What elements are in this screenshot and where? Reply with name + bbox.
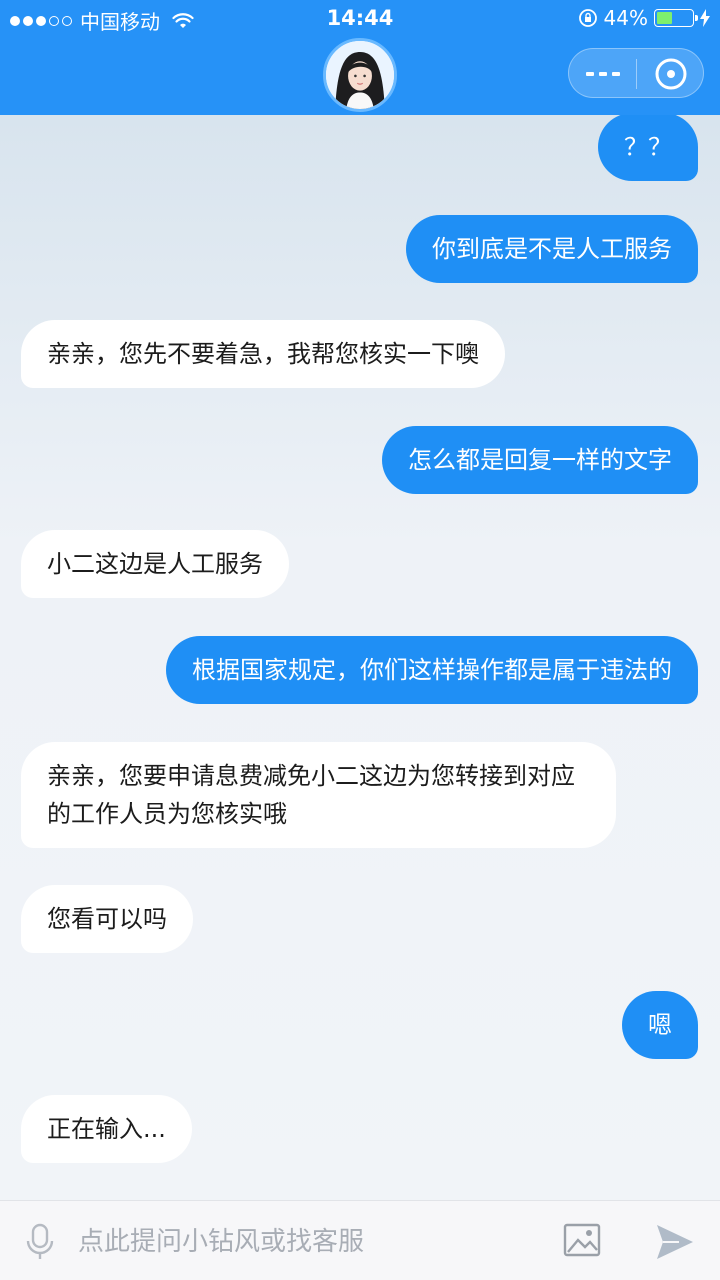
more-button[interactable]	[569, 49, 636, 99]
send-icon[interactable]	[655, 1223, 695, 1261]
message-bubble-outgoing: 嗯	[622, 991, 698, 1059]
mini-program-capsule	[568, 48, 704, 98]
message-bubble-outgoing: 怎么都是回复一样的文字	[382, 426, 698, 494]
message-text: 根据国家规定，你们这样操作都是属于违法的	[192, 656, 672, 684]
message-bubble-outgoing: ？？	[598, 115, 698, 181]
battery-icon	[654, 9, 698, 27]
message-text: 亲亲，您要申请息费减免小二这边为您转接到对应的工作人员为您核实哦	[47, 762, 575, 828]
status-right: 44%	[578, 6, 710, 30]
input-bar	[0, 1200, 720, 1280]
message-bubble-outgoing: 根据国家规定，你们这样操作都是属于违法的	[166, 636, 698, 704]
message-text: 怎么都是回复一样的文字	[408, 446, 672, 474]
wifi-icon	[172, 12, 194, 28]
rotation-lock-icon	[578, 9, 597, 27]
header-bar: 中国移动 14:44 44%	[0, 0, 720, 115]
message-text: 小二这边是人工服务	[47, 550, 263, 578]
status-left: 中国移动	[10, 6, 194, 35]
image-icon[interactable]	[563, 1223, 601, 1259]
avatar-portrait-icon	[326, 41, 394, 109]
more-icon	[585, 72, 594, 76]
charging-icon	[700, 9, 710, 27]
message-bubble-incoming: 小二这边是人工服务	[21, 530, 289, 598]
typing-indicator-bubble: 正在输入...	[21, 1095, 192, 1163]
message-text: 嗯	[648, 1011, 672, 1039]
signal-strength-icon	[10, 15, 72, 26]
carrier-name: 中国移动	[80, 10, 160, 34]
message-bubble-outgoing: 你到底是不是人工服务	[406, 215, 698, 283]
message-input[interactable]	[78, 1219, 538, 1265]
message-text: 你到底是不是人工服务	[432, 235, 672, 263]
message-text: 亲亲，您先不要着急，我帮您核实一下噢	[47, 340, 479, 368]
battery-level	[657, 12, 672, 24]
message-text: ？？	[624, 133, 672, 161]
status-bar: 中国移动 14:44 44%	[0, 0, 720, 36]
microphone-icon[interactable]	[22, 1223, 58, 1261]
message-bubble-incoming: 亲亲，您要申请息费减免小二这边为您转接到对应的工作人员为您核实哦	[21, 742, 616, 848]
message-text: 正在输入...	[47, 1115, 166, 1143]
message-bubble-incoming: 亲亲，您先不要着急，我帮您核实一下噢	[21, 320, 505, 388]
agent-avatar[interactable]	[323, 38, 397, 112]
close-icon	[655, 58, 687, 90]
chat-history[interactable]: ？？ 你到底是不是人工服务 亲亲，您先不要着急，我帮您核实一下噢 怎么都是回复一…	[0, 115, 720, 1200]
battery-percent: 44%	[603, 6, 648, 30]
message-bubble-incoming: 您看可以吗	[21, 885, 193, 953]
close-button[interactable]	[637, 49, 705, 99]
message-text: 您看可以吗	[47, 905, 167, 933]
